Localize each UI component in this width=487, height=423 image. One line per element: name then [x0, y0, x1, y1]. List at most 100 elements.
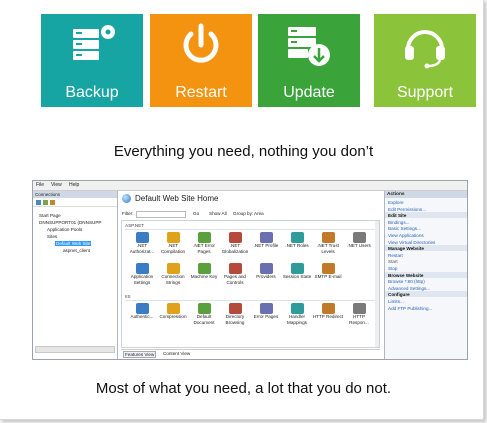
feature-label: Handler Mappings [287, 314, 307, 325]
feature-label: .NET Compilation [160, 243, 186, 254]
connections-scrollbar[interactable] [35, 346, 115, 353]
tree-app-pools[interactable]: Application Pools [47, 227, 82, 232]
action-link[interactable]: Edit Permissions... [388, 207, 465, 212]
tree-aspnet-client[interactable]: aspnet_client [63, 248, 90, 253]
feature-label: Machine Key [190, 274, 218, 279]
menu-file[interactable]: File [36, 182, 44, 188]
feature-icon-item[interactable]: Providers [250, 263, 282, 280]
feature-icon [135, 263, 149, 274]
menu-view[interactable]: View [51, 182, 62, 188]
action-link[interactable]: Bindings... [388, 220, 465, 225]
feature-icon [197, 263, 211, 274]
tree-start-page[interactable]: Start Page [39, 213, 61, 218]
group-by-select[interactable]: Area [254, 211, 264, 216]
feature-label: .NET Roles [285, 243, 309, 248]
filter-label: Filter: [122, 211, 134, 216]
feature-icon-item[interactable]: HTTP Respon... [343, 303, 375, 325]
support-label: Support [396, 84, 454, 101]
feature-icon-item[interactable]: Error Pages [250, 303, 282, 320]
feature-icon [352, 232, 366, 243]
features-scrollbar[interactable] [375, 221, 379, 347]
caption-top: Everything you need, nothing you don’t [113, 143, 374, 160]
feature-icon-item[interactable]: Compression [157, 303, 189, 320]
actions-section-title: Manage Website [388, 246, 424, 252]
feature-icon-item[interactable]: Default Document [188, 303, 220, 325]
feature-icon-item[interactable]: .NET Compilation [157, 232, 189, 254]
feature-icon [166, 263, 180, 274]
feature-icon-item[interactable]: .NET Globalization [219, 232, 251, 254]
feature-icon-item[interactable]: .NET Authorizat... [126, 232, 158, 254]
feature-icon-item[interactable]: Handler Mappings [281, 303, 313, 325]
site-globe-icon [122, 194, 131, 203]
connections-header: Connections [33, 191, 117, 198]
tree-server[interactable]: DNNSUPPORT01 (DNNSUPP [39, 220, 101, 225]
feature-icon [135, 303, 149, 314]
tree-sites[interactable]: Sites [47, 234, 57, 239]
save-icon[interactable] [43, 200, 48, 205]
action-link[interactable]: View Applications [388, 233, 465, 238]
group-divider [125, 300, 376, 301]
globe-icon[interactable] [36, 200, 41, 205]
action-link[interactable]: Explore [388, 200, 465, 205]
feature-icon-item[interactable]: Machine Key [188, 263, 220, 280]
group-by-label: Group by: [233, 211, 254, 216]
feature-label: Default Document [193, 314, 215, 325]
headset-icon [405, 30, 445, 69]
backup-label: Backup [65, 84, 119, 101]
action-link[interactable]: Start [388, 259, 465, 264]
feature-icon [197, 303, 211, 314]
feature-icon-item[interactable]: Authentic... [126, 303, 158, 320]
actions-pane: Actions Explore Edit Permissions... Edit S… [384, 191, 467, 359]
show-all-button[interactable]: Show All [209, 211, 227, 216]
features-view-tab[interactable]: Features View [123, 351, 157, 358]
feature-icon-item[interactable]: Pages and Controls [219, 263, 251, 285]
features-pane: Default Web Site Home Filter: Go Show Al… [118, 191, 383, 359]
action-link[interactable]: Add FTP Publishing... [388, 306, 465, 311]
action-link[interactable]: Stop [388, 266, 465, 271]
restart-tile[interactable]: Restart [150, 14, 252, 107]
folder-icon[interactable] [50, 200, 55, 205]
feature-icon-item[interactable]: .NET Profile [250, 232, 282, 249]
go-button[interactable]: Go [193, 211, 199, 216]
feature-label: Error Pages [253, 314, 279, 319]
feature-icon-item[interactable]: Directory Browsing [219, 303, 251, 325]
feature-icon [135, 232, 149, 243]
feature-icon-item[interactable]: HTTP Redirect [312, 303, 344, 320]
connections-toolbar [33, 198, 117, 207]
feature-label: Connection Strings [161, 274, 185, 285]
filter-bar: Filter: Go Show All Group by: Area [121, 211, 380, 218]
feature-icon-item[interactable]: .NET Error Pages [188, 232, 220, 254]
feature-icon-item[interactable]: Application Settings [126, 263, 158, 285]
feature-label: Application Settings [130, 274, 154, 285]
update-label: Update [283, 84, 335, 101]
feature-icon-item[interactable]: Session State [281, 263, 313, 280]
feature-icon-item[interactable]: Connection Strings [157, 263, 189, 285]
filter-input[interactable] [136, 211, 186, 218]
feature-label: .NET Trust Levels [317, 243, 339, 254]
feature-icon [228, 303, 242, 314]
feature-icon-item[interactable]: .NET Users [343, 232, 375, 249]
menu-help[interactable]: Help [69, 182, 79, 188]
feature-icon-item[interactable]: .NET Roles [281, 232, 313, 249]
action-link[interactable]: Browse *:80 (http) [388, 279, 465, 284]
backup-tile[interactable]: Backup [41, 14, 143, 107]
action-link[interactable]: Limits... [388, 299, 465, 304]
feature-icons-pane: ASP.NET .NET Authorizat... .NET Compilati… [121, 220, 380, 348]
feature-icon-item[interactable]: .NET Trust Levels [312, 232, 344, 254]
support-tile[interactable]: Support [374, 14, 476, 107]
connections-pane: Connections Start Page DNNSUPPORT01 (DNN… [33, 191, 118, 359]
feature-icon [290, 232, 304, 243]
feature-icon [228, 232, 242, 243]
update-tile[interactable]: Update [258, 14, 360, 107]
action-link[interactable]: Restart [388, 253, 465, 258]
action-link[interactable]: Basic Settings... [388, 226, 465, 231]
feature-label: Pages and Controls [224, 274, 246, 285]
feature-icon [166, 303, 180, 314]
feature-icon [197, 232, 211, 243]
feature-icon [290, 303, 304, 314]
content-view-tab[interactable]: Content View [163, 351, 190, 356]
action-link[interactable]: Advanced Settings... [388, 286, 465, 291]
tree-default-web-site[interactable]: Default Web Site [55, 241, 92, 246]
action-link[interactable]: View Virtual Directories [388, 240, 465, 245]
feature-icon-item[interactable]: SMTP E-mail [312, 263, 344, 280]
